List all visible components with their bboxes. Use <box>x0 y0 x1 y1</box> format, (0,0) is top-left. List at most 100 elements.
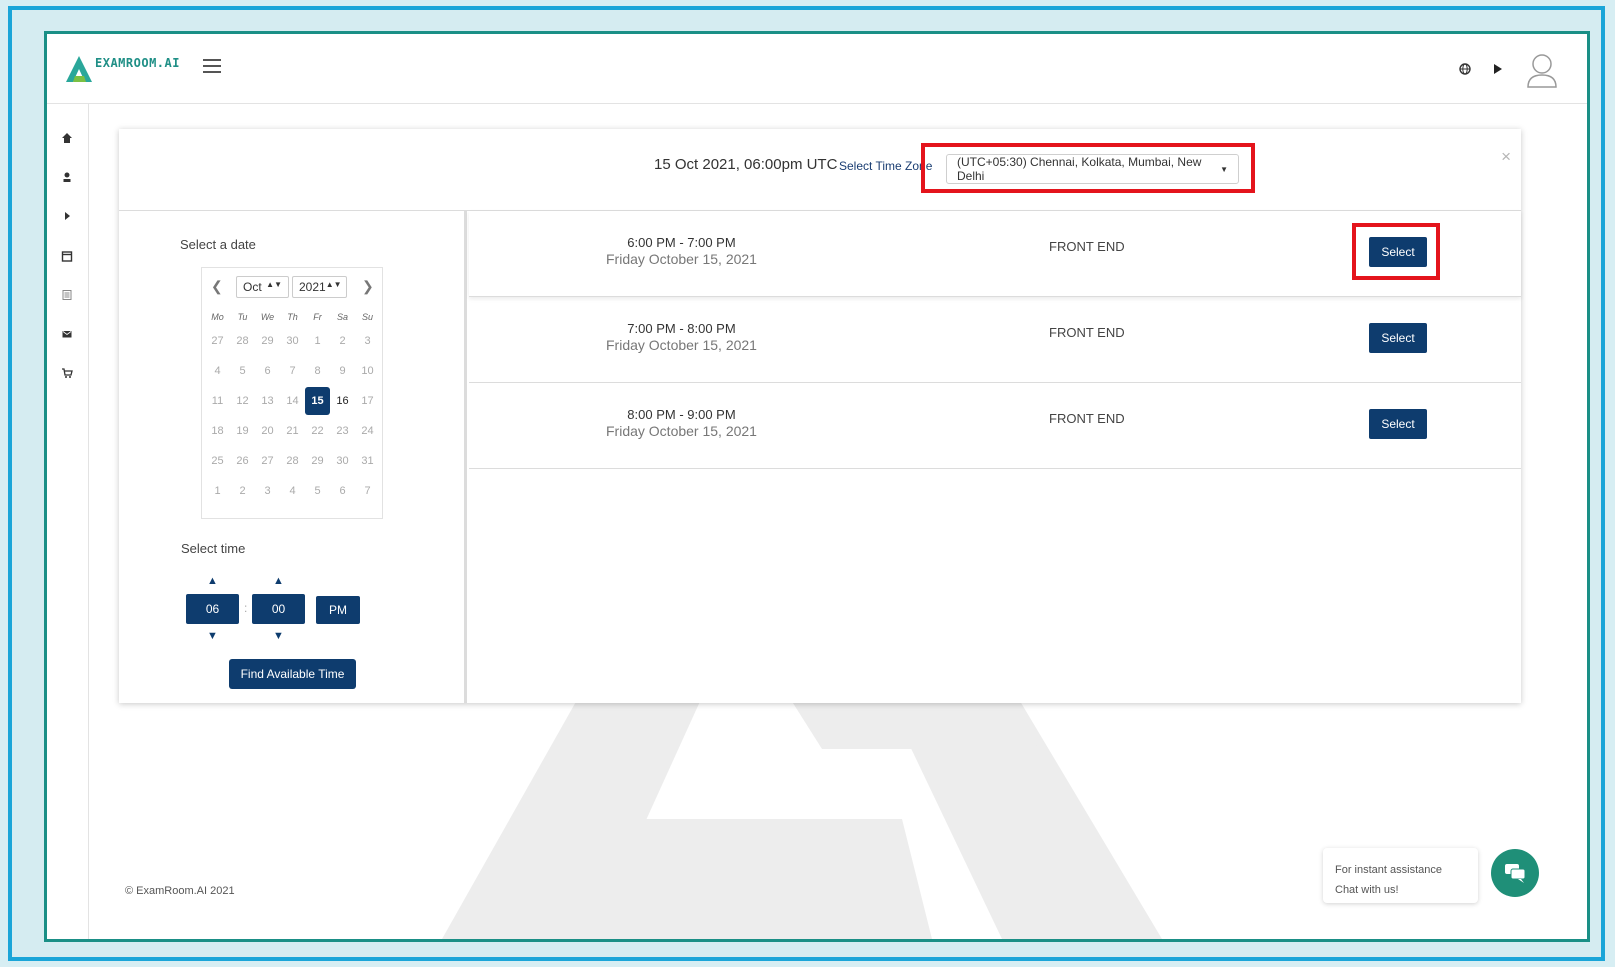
time-slot-row: 6:00 PM - 7:00 PM Friday October 15, 202… <box>469 211 1521 297</box>
slot-date: Friday October 15, 2021 <box>606 423 757 439</box>
next-month-icon[interactable]: ❯ <box>362 278 374 295</box>
calendar-day[interactable]: 5 <box>230 365 255 377</box>
chat-icon <box>1505 864 1526 883</box>
calendar-day[interactable]: 4 <box>280 485 305 497</box>
selected-datetime-utc: 15 Oct 2021, 06:00pm UTC <box>654 156 838 173</box>
calendar-day[interactable]: 4 <box>205 365 230 377</box>
weekday-label: Mo <box>211 312 224 322</box>
calendar-day[interactable]: 20 <box>255 425 280 437</box>
weekday-label: We <box>260 312 275 322</box>
cart-icon[interactable] <box>61 367 73 379</box>
calendar-day[interactable]: 22 <box>305 425 330 437</box>
select-slot-button[interactable]: Select <box>1369 323 1427 353</box>
panel-header: 15 Oct 2021, 06:00pm UTC Select Time Zon… <box>119 129 1521 211</box>
calendar-day[interactable]: 7 <box>355 485 380 497</box>
calendar-day[interactable]: 9 <box>330 365 355 377</box>
calendar-day[interactable]: 10 <box>355 365 380 377</box>
mail-icon[interactable] <box>61 328 73 340</box>
prev-month-icon[interactable]: ❮ <box>211 278 223 295</box>
slot-time: 7:00 PM - 8:00 PM <box>627 321 736 336</box>
year-select[interactable]: 2021 ▲▼ <box>292 276 347 298</box>
month-select[interactable]: Oct ▲▼ <box>236 276 289 298</box>
calendar-week-row: 4 5 6 7 8 9 10 <box>205 356 380 386</box>
slot-exam-title: FRONT END <box>1049 325 1125 340</box>
calendar-day[interactable]: 3 <box>355 335 380 347</box>
logo-text: EXAMROOM.AI <box>95 56 180 70</box>
time-separator: : <box>244 601 248 615</box>
hour-up-icon[interactable]: ▲ <box>186 575 239 587</box>
globe-icon[interactable] <box>1459 62 1471 78</box>
minute-value[interactable]: 00 <box>252 594 305 624</box>
close-icon[interactable]: × <box>1501 147 1511 167</box>
calendar-day[interactable]: 27 <box>205 335 230 347</box>
calendar-day[interactable]: 28 <box>280 455 305 467</box>
home-icon[interactable] <box>61 132 73 144</box>
copyright-text: © ExamRoom.AI 2021 <box>125 885 235 897</box>
calendar: ❮ Oct ▲▼ 2021 ▲▼ ❯ Mo Tu We Th Fr Sa Su 27 28 29 30 1… <box>201 267 383 519</box>
calendar-day[interactable]: 24 <box>355 425 380 437</box>
calendar-day[interactable]: 5 <box>305 485 330 497</box>
weekday-label: Su <box>361 312 373 322</box>
minute-down-icon[interactable]: ▼ <box>252 630 305 642</box>
calendar-week-row: 11 12 13 14 15 16 17 <box>205 386 380 416</box>
calendar-week-row: 1234567 <box>205 476 380 506</box>
select-slot-button[interactable]: Select <box>1369 409 1427 439</box>
calendar-day[interactable]: 1 <box>305 335 330 347</box>
calendar-day[interactable]: 1 <box>205 485 230 497</box>
logo[interactable]: EXAMROOM.AI <box>65 54 180 84</box>
calendar-day[interactable]: 16 <box>330 395 355 407</box>
chat-launcher-button[interactable] <box>1491 849 1539 897</box>
caret-right-icon[interactable] <box>61 210 73 222</box>
app-window: EXAMROOM.AI 15 Oct 2021, 06:00pm UTC Sel… <box>44 31 1590 942</box>
calendar-day[interactable]: 2 <box>230 485 255 497</box>
select-highlight-box <box>1352 223 1440 280</box>
calendar-day[interactable]: 12 <box>230 395 255 407</box>
calendar-day[interactable]: 2 <box>330 335 355 347</box>
calendar-day[interactable]: 19 <box>230 425 255 437</box>
minute-up-icon[interactable]: ▲ <box>252 575 305 587</box>
calendar-day[interactable]: 15 <box>305 387 330 415</box>
calendar-icon[interactable] <box>61 250 73 262</box>
calendar-week-row: 25 26 27 28 29 30 31 <box>205 446 380 476</box>
play-icon[interactable] <box>1493 63 1503 78</box>
menu-toggle-icon[interactable] <box>203 59 221 73</box>
calendar-day[interactable]: 21 <box>280 425 305 437</box>
calendar-day[interactable]: 31 <box>355 455 380 467</box>
weekday-label: Sa <box>336 312 348 322</box>
user-icon[interactable] <box>61 171 73 183</box>
schedule-icon[interactable] <box>61 289 73 301</box>
calendar-day[interactable]: 13 <box>255 395 280 407</box>
calendar-day[interactable]: 7 <box>280 365 305 377</box>
calendar-day[interactable]: 18 <box>205 425 230 437</box>
calendar-day[interactable]: 3 <box>255 485 280 497</box>
calendar-day[interactable]: 8 <box>305 365 330 377</box>
slot-exam-title: FRONT END <box>1049 411 1125 426</box>
calendar-day[interactable]: 11 <box>205 395 230 407</box>
slot-date: Friday October 15, 2021 <box>606 337 757 353</box>
timezone-highlight-box <box>921 143 1255 193</box>
calendar-day[interactable]: 23 <box>330 425 355 437</box>
calendar-day[interactable]: 29 <box>305 455 330 467</box>
calendar-day[interactable]: 27 <box>255 455 280 467</box>
calendar-day[interactable]: 14 <box>280 395 305 407</box>
meridiem-toggle-button[interactable]: PM <box>316 596 360 624</box>
calendar-day[interactable]: 30 <box>330 455 355 467</box>
find-available-time-button[interactable]: Find Available Time <box>229 659 356 689</box>
calendar-day[interactable]: 30 <box>280 335 305 347</box>
chat-prompt[interactable]: For instant assistance Chat with us! <box>1323 848 1478 903</box>
chat-prompt-line2: Chat with us! <box>1335 884 1399 896</box>
calendar-day[interactable]: 25 <box>205 455 230 467</box>
calendar-day[interactable]: 17 <box>355 395 380 407</box>
hour-value[interactable]: 06 <box>186 594 239 624</box>
calendar-day[interactable]: 6 <box>330 485 355 497</box>
calendar-day[interactable]: 29 <box>255 335 280 347</box>
hour-down-icon[interactable]: ▼ <box>186 630 239 642</box>
calendar-day[interactable]: 6 <box>255 365 280 377</box>
calendar-day[interactable]: 26 <box>230 455 255 467</box>
calendar-week-row: 27 28 29 30 1 2 3 <box>205 326 380 356</box>
weekday-label: Th <box>287 312 298 322</box>
calendar-day[interactable]: 28 <box>230 335 255 347</box>
user-avatar-icon[interactable] <box>1525 51 1559 89</box>
schedule-panel: 15 Oct 2021, 06:00pm UTC Select Time Zon… <box>119 129 1521 703</box>
slot-exam-title: FRONT END <box>1049 239 1125 254</box>
